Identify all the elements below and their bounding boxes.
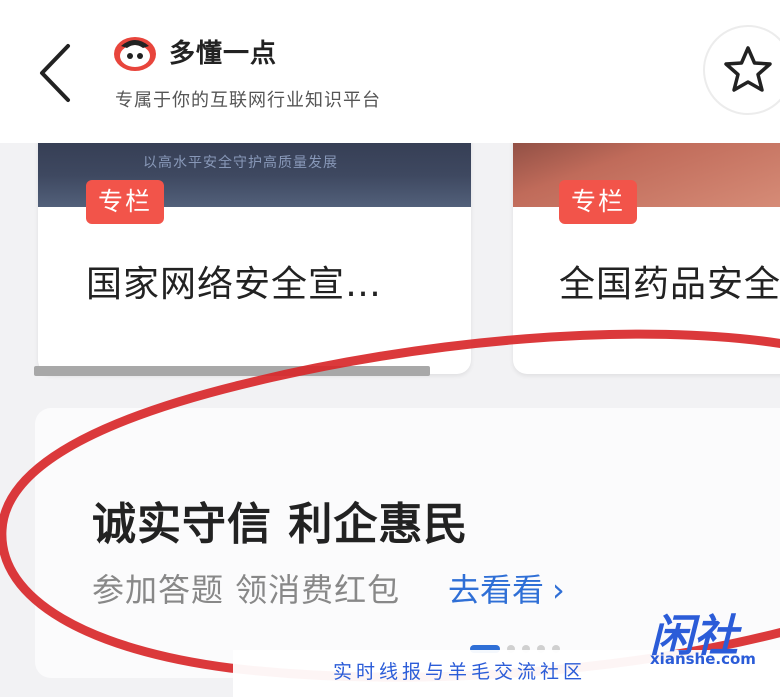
favorite-button[interactable] bbox=[703, 25, 780, 115]
star-outline-icon bbox=[724, 46, 772, 92]
horizontal-scrollbar[interactable] bbox=[34, 366, 430, 376]
column-tag: 专栏 bbox=[86, 180, 165, 224]
banner-title: 诚实守信 利企惠民 bbox=[92, 499, 469, 550]
view-more-link[interactable]: 去看看 › bbox=[448, 565, 565, 611]
view-more-label: 去看看 bbox=[448, 571, 545, 609]
card-title: 国家网络安全宣… bbox=[86, 264, 383, 305]
column-tag: 专栏 bbox=[559, 180, 638, 224]
app-name: 多懂一点 bbox=[169, 39, 278, 69]
chevron-left-icon bbox=[40, 44, 70, 102]
banner-subtitle: 参加答题 领消费红包 bbox=[92, 571, 401, 609]
watermark-slogan: 实时线报与羊毛交流社区 bbox=[333, 661, 587, 683]
card-title: 全国药品安全 bbox=[559, 264, 780, 305]
back-button[interactable] bbox=[30, 38, 80, 108]
watermark-domain: xianshe.com bbox=[650, 650, 756, 668]
app-header: 多懂一点 专属于你的互联网行业知识平台 bbox=[0, 0, 780, 143]
app-logo-icon bbox=[114, 37, 156, 71]
chevron-right-icon: › bbox=[552, 571, 565, 609]
card-cover-caption: 以高水平安全守护高质量发展 bbox=[143, 155, 338, 171]
app-slogan: 专属于你的互联网行业知识平台 bbox=[115, 90, 381, 111]
watermark-logo: 闲社 xianshe.com bbox=[640, 600, 780, 675]
